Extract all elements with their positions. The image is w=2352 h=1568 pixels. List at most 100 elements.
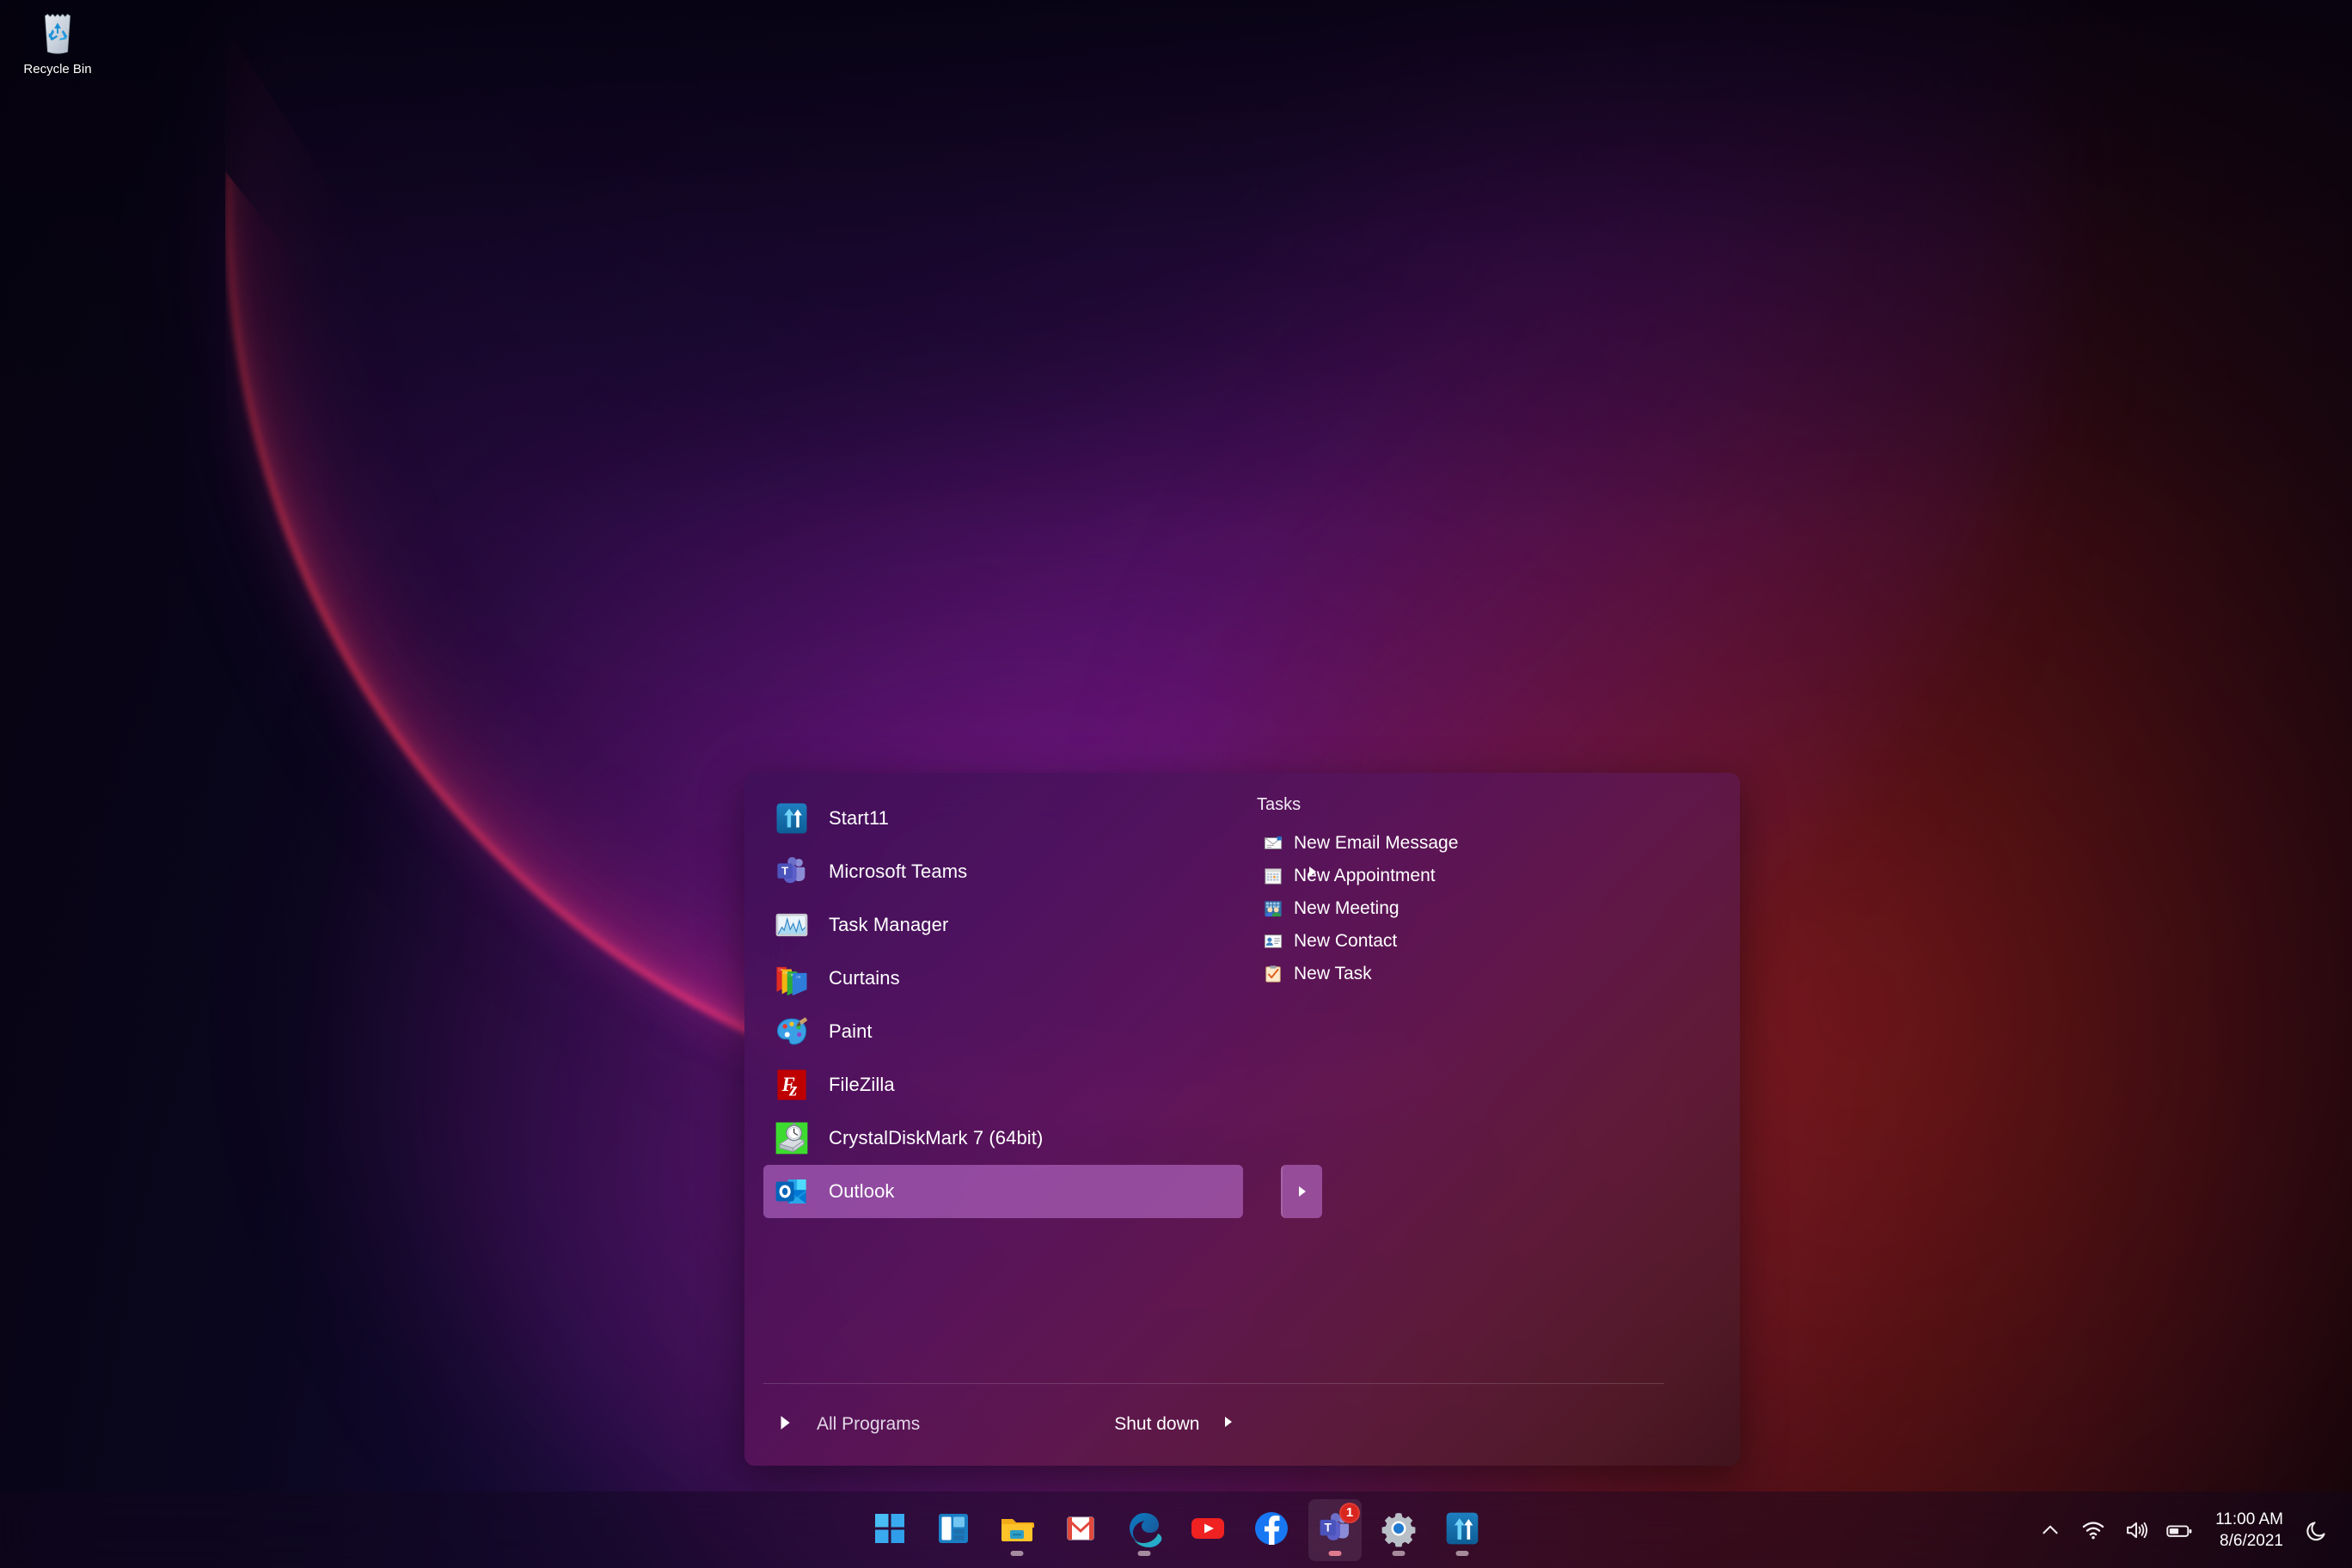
all-programs-label: All Programs (817, 1414, 921, 1434)
taskbar-youtube-button[interactable] (1181, 1499, 1234, 1561)
start-menu-item-label: Microsoft Teams (829, 861, 968, 882)
taskbar-running-indicator (1137, 1550, 1151, 1556)
start-menu-item-label: Curtains (829, 967, 900, 989)
start11-icon (1446, 1512, 1479, 1544)
taskbar-file-explorer-button[interactable] (990, 1499, 1044, 1561)
battery-icon (2166, 1524, 2192, 1537)
shutdown-label: Shut down (1114, 1414, 1200, 1434)
recycle-bin-label: Recycle Bin (23, 62, 92, 77)
tray-wifi-button[interactable] (2074, 1504, 2112, 1556)
jumplist-item-label: New Contact (1294, 931, 1398, 951)
svg-text:□×: □× (783, 971, 788, 975)
shutdown-button[interactable]: Shut down (1106, 1407, 1249, 1442)
outlook-icon (775, 1179, 806, 1204)
task-view-icon (939, 1513, 968, 1543)
start-menu-item-label: Outlook (829, 1180, 895, 1202)
task-manager-icon (775, 913, 808, 937)
start-menu-item-task-manager[interactable]: Task Manager (763, 898, 1243, 952)
start-menu-item-label: Task Manager (829, 914, 949, 935)
start-menu-item-paint[interactable]: Paint (763, 1005, 1243, 1058)
teams-icon: T (777, 856, 805, 884)
chevron-up-icon (2043, 1525, 2058, 1534)
jumplist-item-new-email-message[interactable]: New Email Message (1257, 827, 1740, 860)
jumplist-item-new-meeting[interactable]: New Meeting (1257, 892, 1740, 925)
taskbar-app-buttons: T 1 (0, 1498, 2352, 1561)
start-menu-item-filezilla[interactable]: F z FileZilla (763, 1058, 1243, 1112)
task-clipboard-icon (1265, 965, 1281, 983)
facebook-icon (1255, 1511, 1288, 1545)
start-menu-item-start11[interactable]: Start11 (763, 792, 1243, 845)
taskbar-running-indicator (1455, 1550, 1469, 1556)
paint-icon (776, 1017, 808, 1045)
calendar-icon (1265, 868, 1282, 885)
tray-battery-button[interactable] (2160, 1504, 2198, 1556)
jumplist-item-label: New Task (1294, 964, 1372, 983)
taskbar-start11-button[interactable] (1436, 1499, 1489, 1561)
taskbar-microsoft-teams-button[interactable]: T 1 (1308, 1498, 1362, 1561)
settings-gear-icon (1381, 1512, 1416, 1547)
submenu-arrow-icon[interactable] (1303, 862, 1322, 881)
meeting-people-icon (1265, 901, 1282, 917)
start-menu-item-outlook[interactable]: Outlook (763, 1165, 1322, 1218)
all-programs-button[interactable]: All Programs (770, 1407, 932, 1442)
system-tray: 11:00 AM 8/6/2021 (2031, 1504, 2337, 1556)
contact-card-icon (1264, 934, 1283, 948)
tray-notifications-button[interactable] (2299, 1504, 2337, 1556)
folder-icon (1001, 1518, 1034, 1541)
speaker-icon (2127, 1522, 2148, 1538)
start-menu-item-label: Start11 (829, 807, 889, 829)
taskbar-task-view-button[interactable] (927, 1499, 980, 1561)
taskbar-facebook-button[interactable] (1245, 1499, 1298, 1561)
recycle-bin-icon (45, 14, 70, 54)
footer-divider (763, 1383, 1664, 1384)
shutdown-arrow-icon[interactable] (1223, 1416, 1240, 1433)
windows-logo-icon (875, 1513, 904, 1543)
taskbar-teams-badge: 1 (1339, 1502, 1360, 1523)
start11-icon (776, 803, 807, 834)
taskbar-running-indicator (1010, 1550, 1024, 1556)
svg-text:z: z (788, 1078, 797, 1099)
youtube-icon (1191, 1517, 1224, 1539)
start-menu-item-microsoft-teams[interactable]: T Microsoft Teams (763, 845, 1316, 898)
svg-text:T: T (1325, 1521, 1332, 1534)
start-menu-item-label: Paint (829, 1020, 873, 1042)
svg-text:□×: □× (796, 975, 801, 979)
jumplist-item-label: New Meeting (1294, 898, 1400, 918)
start-menu-footer: All Programs Shut down (744, 1383, 1740, 1466)
start-menu-item-label: FileZilla (829, 1074, 895, 1095)
filezilla-icon: F z (777, 1069, 806, 1100)
svg-text:□×: □× (789, 972, 794, 977)
start-menu-body: Start11 T Microsoft Teams Task Manager □… (744, 773, 1740, 1383)
svg-text:T: T (781, 865, 788, 878)
crystaldiskmark-icon (775, 1122, 808, 1155)
desktop[interactable]: Recycle Bin Start11 T Microsoft Teams Ta… (0, 0, 2352, 1568)
taskbar-start-button[interactable] (863, 1499, 916, 1561)
tray-date: 8/6/2021 (2220, 1531, 2283, 1550)
taskbar-gmail-button[interactable] (1054, 1499, 1107, 1561)
start-menu-item-label: CrystalDiskMark 7 (64bit) (829, 1127, 1044, 1148)
jumplist-section-title: Tasks (1257, 795, 1302, 814)
email-envelope-icon (1264, 836, 1283, 849)
moon-do-not-disturb-icon (2306, 1521, 2325, 1540)
desktop-icon-recycle-bin[interactable]: Recycle Bin (7, 5, 108, 77)
all-programs-arrow-icon (779, 1415, 798, 1434)
jumplist-item-new-appointment[interactable]: New Appointment (1257, 860, 1740, 892)
edge-icon (1130, 1512, 1162, 1547)
svg-text:□×: □× (778, 967, 783, 971)
wifi-icon (2082, 1521, 2104, 1539)
start-menu-panel[interactable]: Start11 T Microsoft Teams Task Manager □… (744, 773, 1740, 1466)
jumplist-item-new-task[interactable]: New Task (1257, 958, 1740, 990)
tray-clock[interactable]: 11:00 AM 8/6/2021 (2203, 1504, 2294, 1556)
start-menu-app-list: Start11 T Microsoft Teams Task Manager □… (744, 792, 1322, 1383)
taskbar-running-indicator (1328, 1550, 1342, 1556)
jumplist-item-new-contact[interactable]: New Contact (1257, 925, 1740, 958)
taskbar-settings-button[interactable] (1372, 1499, 1425, 1561)
start-menu-item-crystaldiskmark[interactable]: CrystalDiskMark 7 (64bit) (763, 1112, 1243, 1165)
start-menu-item-curtains[interactable]: □× □× □× □× Curtains (763, 952, 1243, 1005)
tray-volume-button[interactable] (2117, 1504, 2155, 1556)
tray-overflow-button[interactable] (2031, 1504, 2069, 1556)
taskbar[interactable]: T 1 11:00 AM 8/6/2021 (0, 1491, 2352, 1568)
taskbar-running-indicator (1392, 1550, 1406, 1556)
submenu-arrow-icon[interactable] (1281, 1165, 1322, 1218)
taskbar-microsoft-edge-button[interactable] (1118, 1499, 1171, 1561)
